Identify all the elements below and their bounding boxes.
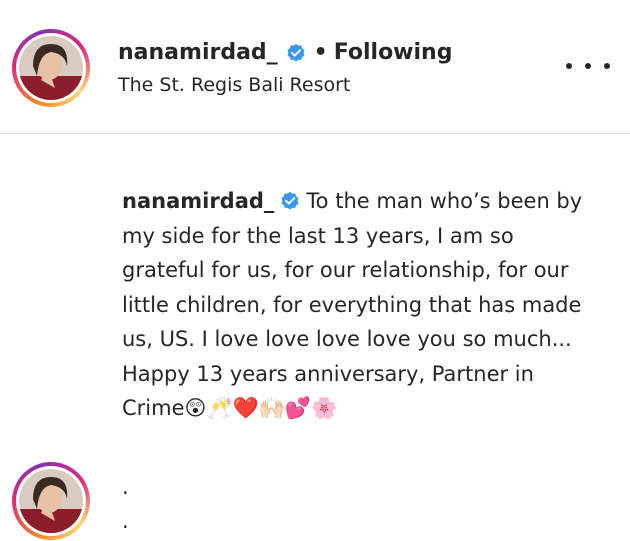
avatar-story-ring[interactable] — [12, 462, 90, 540]
instagram-post: nanamirdad_ • Following The St. Regis Ba… — [0, 0, 630, 541]
more-dot — [585, 63, 591, 69]
more-dot — [604, 63, 610, 69]
post-header: nanamirdad_ • Following The St. Regis Ba… — [0, 0, 630, 134]
trailing-dot-line: . — [122, 509, 129, 533]
avatar[interactable] — [19, 469, 83, 533]
separator-dot: • — [313, 40, 328, 65]
trailing-dot-line: . — [122, 475, 129, 499]
verified-badge-icon — [286, 43, 306, 63]
verified-badge-icon — [280, 187, 300, 210]
more-options-icon[interactable] — [566, 54, 610, 78]
avatar-story-ring[interactable] — [12, 29, 90, 107]
caption-username[interactable]: nanamirdad_ — [122, 189, 274, 213]
more-dot — [566, 63, 572, 69]
avatar[interactable] — [19, 36, 83, 100]
post-caption: nanamirdad_ To the man who’s been by my … — [122, 184, 602, 426]
caption-trailing-dots: . . — [122, 470, 129, 538]
header-user-line: nanamirdad_ • Following — [118, 40, 452, 65]
avatar-ring-gap — [16, 466, 86, 536]
location-link[interactable]: The St. Regis Bali Resort — [118, 74, 350, 96]
header-username[interactable]: nanamirdad_ — [118, 40, 278, 65]
following-button[interactable]: Following — [334, 40, 453, 65]
caption-text: To the man who’s been by my side for the… — [122, 189, 583, 420]
avatar-ring-gap — [16, 33, 86, 103]
